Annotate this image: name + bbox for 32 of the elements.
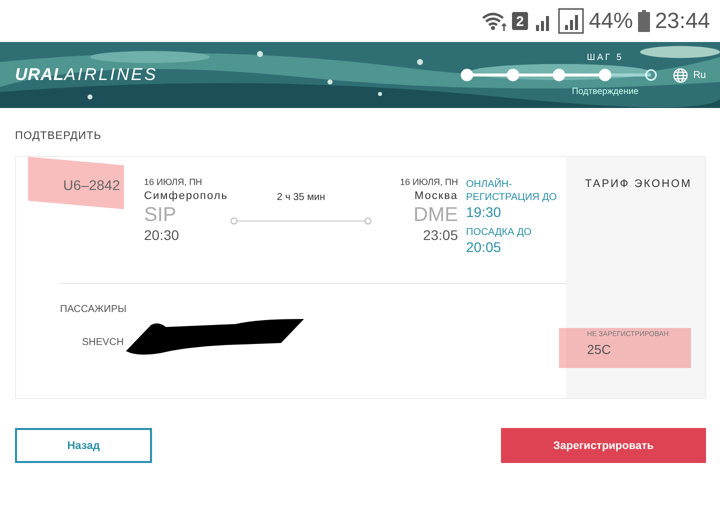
- step-caption: Подтверждение: [570, 86, 640, 96]
- passenger-name: SHEVCH: [82, 336, 124, 348]
- deadline-label: ПОСАДКА ДО: [466, 226, 533, 239]
- signal-icon: [558, 8, 584, 34]
- arrival-city: Москва: [414, 190, 458, 202]
- seat-number: 25C: [587, 342, 612, 357]
- battery-percent: 44%: [588, 8, 633, 34]
- logo[interactable]: URALAIRLINES: [15, 65, 158, 85]
- globe-icon: [673, 68, 688, 82]
- deadline-time: 20:05: [466, 239, 502, 255]
- departure-time: 20:30: [144, 227, 180, 243]
- arrival-date: 16 ИЮЛЯ, ПН: [400, 177, 458, 187]
- battery-icon: [638, 10, 650, 32]
- clock: 23:44: [654, 8, 710, 34]
- departure-city: Симферополь: [144, 190, 230, 202]
- fare-label: ТАРИФ ЭКОНОМ: [585, 178, 693, 190]
- back-button[interactable]: Назад: [15, 428, 152, 463]
- page-title: ПОДТВЕРДИТЬ: [15, 130, 102, 144]
- departure-date: 16 ИЮЛЯ, ПН: [144, 177, 204, 187]
- arrival-time: 23:05: [422, 227, 458, 243]
- departure-code: SIP: [144, 204, 178, 227]
- arrival-code: DME: [414, 204, 458, 227]
- flight-duration: 2 ч 35 мин: [276, 192, 326, 203]
- sim-badge: 2: [512, 12, 528, 30]
- passengers-heading: ПАССАЖИРЫ: [60, 304, 128, 315]
- register-button[interactable]: Зарегистрировать: [501, 428, 706, 463]
- step-label: ШАГ 5: [586, 52, 625, 62]
- deadline-time: 19:30: [466, 204, 502, 220]
- flight-number: U6–2842: [63, 177, 120, 193]
- deadline-label: ОНЛАЙН-РЕГИСТРАЦИЯ ДО: [466, 178, 558, 204]
- language-selector[interactable]: Ru: [673, 68, 706, 82]
- wifi-icon: [481, 10, 508, 32]
